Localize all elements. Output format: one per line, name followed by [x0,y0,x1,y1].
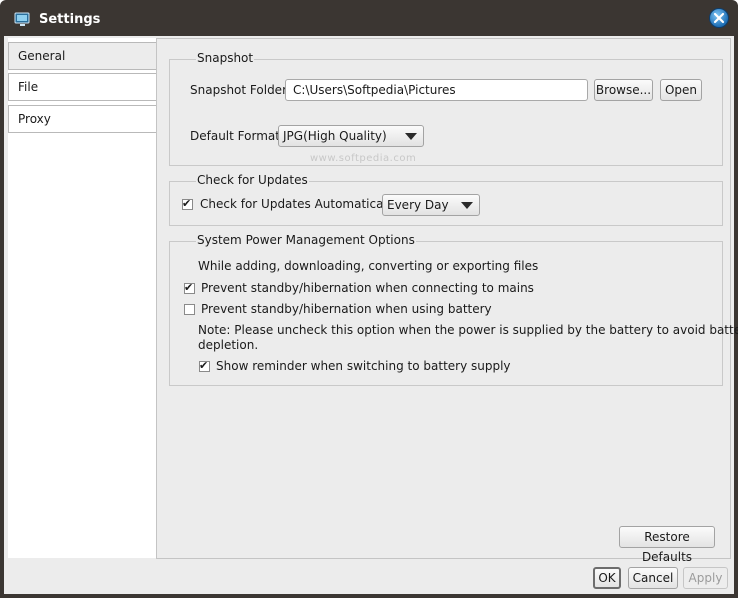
tab-label: General [18,49,66,63]
battery-reminder-checkbox[interactable]: ✔ [199,359,210,372]
monitor-icon [14,12,30,26]
watermark: www.softpedia.com [310,153,417,164]
settings-window: Settings General File Proxy Snapshot Sna… [0,0,738,598]
prevent-standby-battery-label: Prevent standby/hibernation when using b… [201,302,492,316]
prevent-standby-mains-checkbox[interactable]: ✔ [184,281,195,294]
tab-file[interactable]: File [8,73,160,101]
prevent-standby-mains-label: Prevent standby/hibernation when connect… [201,281,534,295]
title-bar[interactable]: Settings [0,0,738,36]
dialog-body: General File Proxy Snapshot Snapshot Fol… [4,36,738,594]
tab-label: File [18,80,39,94]
power-group: System Power Management Options While ad… [169,233,738,386]
battery-note-line1: Note: Please uncheck this option when th… [198,323,738,337]
chevron-down-icon [461,202,473,209]
default-format-select[interactable]: JPG(High Quality) [278,125,424,147]
cancel-button[interactable]: Cancel [628,567,678,589]
tab-label: Proxy [18,112,51,126]
close-icon[interactable] [709,8,729,28]
auto-update-checkbox[interactable]: ✔ [182,197,193,210]
prevent-standby-battery-checkbox[interactable] [184,304,195,315]
snapshot-folder-input[interactable]: C:\Users\Softpedia\Pictures [285,79,588,101]
power-intro-text: While adding, downloading, converting or… [198,259,539,273]
ok-button[interactable]: OK [593,567,621,589]
power-legend: System Power Management Options [196,233,416,247]
update-frequency-select[interactable]: Every Day [382,194,480,216]
snapshot-folder-value: C:\Users\Softpedia\Pictures [293,83,456,97]
open-button[interactable]: Open [660,79,702,101]
battery-note-line2: depletion. [198,338,259,352]
window-title: Settings [39,12,101,27]
tab-proxy[interactable]: Proxy [8,105,160,133]
updates-group: Check for Updates ✔ Check for Updates Au… [169,173,723,226]
check-icon: ✔ [199,359,209,372]
apply-button[interactable]: Apply [683,567,728,589]
restore-defaults-button[interactable]: Restore Defaults [619,526,715,564]
general-panel: Snapshot Snapshot Folder: C:\Users\Softp… [156,38,738,564]
check-icon: ✔ [182,197,192,210]
updates-legend: Check for Updates [196,173,309,187]
update-frequency-value: Every Day [387,198,449,212]
snapshot-group: Snapshot Snapshot Folder: C:\Users\Softp… [169,51,723,166]
default-format-value: JPG(High Quality) [283,129,387,143]
battery-reminder-label: Show reminder when switching to battery … [216,359,511,373]
snapshot-legend: Snapshot [196,51,255,65]
default-format-label: Default Format: [190,129,284,143]
snapshot-folder-label: Snapshot Folder: [190,83,291,97]
check-icon: ✔ [184,281,194,294]
chevron-down-icon [405,133,417,140]
auto-update-label: Check for Updates Automatically: [200,197,401,211]
tab-general[interactable]: General [8,42,161,70]
browse-button[interactable]: Browse... [594,79,653,101]
